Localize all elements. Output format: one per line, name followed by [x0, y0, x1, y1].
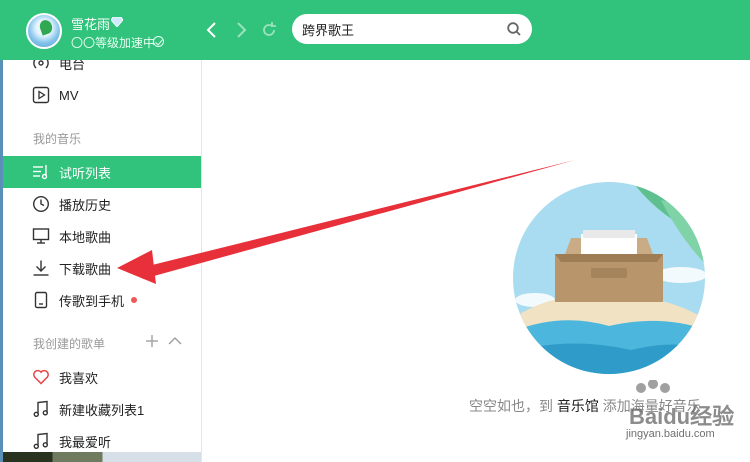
sidebar-item-transfer-to-phone[interactable]: 传歌到手机: [3, 284, 201, 316]
sidebar-item-favorites[interactable]: 我喜欢: [3, 361, 201, 393]
check-badge-icon: [153, 36, 164, 47]
sidebar-item-mv[interactable]: MV: [3, 79, 201, 111]
phone-icon: [34, 291, 48, 309]
sidebar-item-label: MV: [59, 87, 79, 103]
baidu-watermark-logo: Baidu经验: [629, 380, 734, 429]
music-note-icon: [33, 432, 49, 450]
sidebar-item-radio[interactable]: 电台: [3, 60, 201, 79]
plus-icon[interactable]: [145, 334, 159, 348]
play-box-icon: [32, 86, 50, 104]
username[interactable]: 雪花雨: [71, 14, 110, 33]
chevron-up-icon[interactable]: [168, 336, 182, 346]
level-status: 〇〇等级加速中: [71, 36, 156, 50]
avatar[interactable]: [26, 13, 62, 49]
sidebar-item-label: 播放历史: [59, 197, 112, 213]
sidebar-item-trial-list[interactable]: 试听列表: [3, 156, 201, 188]
sidebar-item-label: 我喜欢: [59, 370, 99, 386]
section-title-created-playlists: 我创建的歌单: [33, 337, 106, 351]
sidebar-item-label: 电台: [59, 60, 86, 72]
search-box: [292, 14, 532, 44]
sidebar-item-label: 下载歌曲: [59, 261, 112, 277]
empty-prefix: 空空如也，到: [469, 398, 553, 414]
sidebar-item-local-songs[interactable]: 本地歌曲: [3, 220, 201, 252]
sidebar-item-downloads[interactable]: 下载歌曲: [3, 252, 201, 284]
section-title-my-music: 我的音乐: [33, 132, 82, 146]
diamond-icon[interactable]: [111, 17, 123, 27]
sidebar-item-new-playlist-1[interactable]: 新建收藏列表1: [3, 393, 201, 425]
now-playing-strip[interactable]: [3, 452, 201, 462]
empty-box-illustration: [513, 182, 705, 374]
music-list-icon: [33, 165, 48, 180]
monitor-icon: [32, 228, 50, 244]
music-note-icon: [33, 400, 49, 418]
clock-icon: [32, 195, 50, 213]
sidebar: 电台 MV 我的音乐 试听列表 播放历史 本地歌曲 下载歌曲 传歌到手机 我创建…: [3, 60, 202, 462]
radio-icon: [33, 60, 49, 69]
heart-icon: [33, 369, 49, 385]
sidebar-item-label: 传歌到手机: [59, 293, 125, 309]
svg-text:Baidu经验: Baidu经验: [629, 404, 734, 429]
chevron-right-icon[interactable]: [232, 20, 250, 40]
sidebar-item-label: 本地歌曲: [59, 229, 112, 245]
sidebar-item-label: 试听列表: [59, 165, 112, 181]
sidebar-item-label: 我最爱听: [59, 434, 112, 450]
notification-dot: [131, 297, 137, 303]
sidebar-item-play-history[interactable]: 播放历史: [3, 188, 201, 220]
search-icon[interactable]: [506, 21, 522, 37]
download-icon: [33, 260, 49, 276]
search-input[interactable]: [302, 20, 502, 38]
watermark-url: jingyan.baidu.com: [626, 428, 715, 440]
sidebar-item-label: 新建收藏列表1: [59, 402, 145, 418]
music-hall-link[interactable]: 音乐馆: [557, 398, 599, 414]
top-bar: 雪花雨 〇〇等级加速中: [0, 0, 750, 60]
refresh-icon[interactable]: [260, 20, 278, 40]
chevron-left-icon[interactable]: [203, 20, 221, 40]
